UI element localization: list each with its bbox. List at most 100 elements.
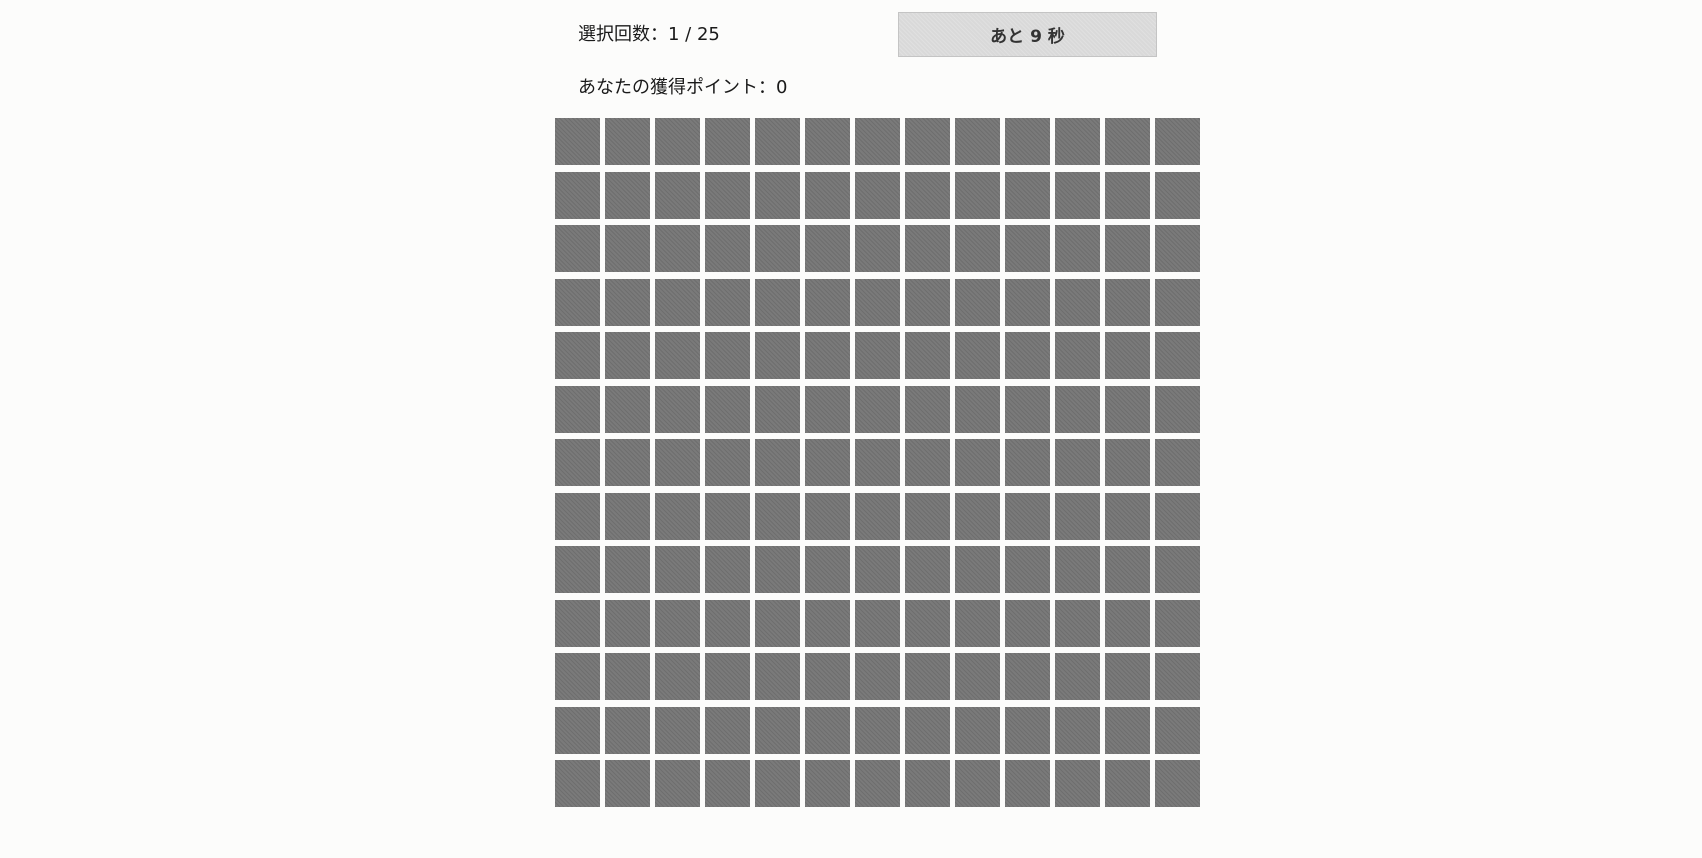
board-tile[interactable] bbox=[805, 439, 850, 486]
board-tile[interactable] bbox=[655, 225, 700, 272]
board-tile[interactable] bbox=[605, 278, 650, 326]
board-tile[interactable] bbox=[955, 760, 1000, 807]
board-tile[interactable] bbox=[755, 599, 800, 647]
board-tile[interactable] bbox=[855, 225, 900, 272]
board-tile[interactable] bbox=[655, 492, 700, 540]
board-tile[interactable] bbox=[605, 599, 650, 647]
board-tile[interactable] bbox=[1055, 599, 1100, 647]
board-tile[interactable] bbox=[705, 760, 750, 807]
board-tile[interactable] bbox=[1055, 439, 1100, 486]
board-tile[interactable] bbox=[1105, 546, 1150, 593]
board-tile[interactable] bbox=[905, 706, 950, 754]
board-tile[interactable] bbox=[655, 171, 700, 219]
board-tile[interactable] bbox=[605, 760, 650, 807]
board-tile[interactable] bbox=[805, 653, 850, 700]
board-tile[interactable] bbox=[605, 332, 650, 379]
board-tile[interactable] bbox=[1155, 118, 1200, 165]
board-tile[interactable] bbox=[1155, 653, 1200, 700]
board-tile[interactable] bbox=[705, 706, 750, 754]
board-tile[interactable] bbox=[1005, 439, 1050, 486]
board-tile[interactable] bbox=[855, 706, 900, 754]
board-tile[interactable] bbox=[605, 171, 650, 219]
board-tile[interactable] bbox=[1005, 225, 1050, 272]
board-tile[interactable] bbox=[605, 653, 650, 700]
board-tile[interactable] bbox=[705, 385, 750, 433]
board-tile[interactable] bbox=[905, 599, 950, 647]
board-tile[interactable] bbox=[955, 385, 1000, 433]
board-tile[interactable] bbox=[905, 546, 950, 593]
board-tile[interactable] bbox=[805, 385, 850, 433]
board-tile[interactable] bbox=[555, 225, 600, 272]
board-tile[interactable] bbox=[655, 599, 700, 647]
board-tile[interactable] bbox=[905, 225, 950, 272]
board-tile[interactable] bbox=[905, 653, 950, 700]
board-tile[interactable] bbox=[1055, 332, 1100, 379]
board-tile[interactable] bbox=[755, 225, 800, 272]
board-tile[interactable] bbox=[705, 492, 750, 540]
board-tile[interactable] bbox=[705, 118, 750, 165]
board-tile[interactable] bbox=[1155, 706, 1200, 754]
board-tile[interactable] bbox=[1155, 225, 1200, 272]
board-tile[interactable] bbox=[905, 492, 950, 540]
board-tile[interactable] bbox=[805, 760, 850, 807]
board-tile[interactable] bbox=[605, 385, 650, 433]
board-tile[interactable] bbox=[755, 118, 800, 165]
board-tile[interactable] bbox=[1055, 225, 1100, 272]
board-tile[interactable] bbox=[605, 118, 650, 165]
board-tile[interactable] bbox=[555, 439, 600, 486]
board-tile[interactable] bbox=[705, 332, 750, 379]
board-tile[interactable] bbox=[1155, 492, 1200, 540]
board-tile[interactable] bbox=[905, 332, 950, 379]
board-tile[interactable] bbox=[655, 653, 700, 700]
board-tile[interactable] bbox=[905, 171, 950, 219]
board-tile[interactable] bbox=[805, 171, 850, 219]
board-tile[interactable] bbox=[655, 546, 700, 593]
board-tile[interactable] bbox=[855, 492, 900, 540]
board-tile[interactable] bbox=[1005, 492, 1050, 540]
board-tile[interactable] bbox=[655, 332, 700, 379]
board-tile[interactable] bbox=[1055, 546, 1100, 593]
board-tile[interactable] bbox=[705, 439, 750, 486]
board-tile[interactable] bbox=[955, 171, 1000, 219]
board-tile[interactable] bbox=[1005, 332, 1050, 379]
board-tile[interactable] bbox=[1105, 760, 1150, 807]
board-tile[interactable] bbox=[605, 706, 650, 754]
board-tile[interactable] bbox=[555, 332, 600, 379]
board-tile[interactable] bbox=[755, 706, 800, 754]
board-tile[interactable] bbox=[755, 760, 800, 807]
board-tile[interactable] bbox=[1155, 439, 1200, 486]
board-tile[interactable] bbox=[605, 225, 650, 272]
board-tile[interactable] bbox=[755, 332, 800, 379]
board-tile[interactable] bbox=[1105, 225, 1150, 272]
board-tile[interactable] bbox=[755, 439, 800, 486]
board-tile[interactable] bbox=[555, 171, 600, 219]
board-tile[interactable] bbox=[755, 278, 800, 326]
board-tile[interactable] bbox=[1005, 760, 1050, 807]
board-tile[interactable] bbox=[755, 385, 800, 433]
board-tile[interactable] bbox=[855, 332, 900, 379]
board-tile[interactable] bbox=[1005, 653, 1050, 700]
board-tile[interactable] bbox=[1005, 385, 1050, 433]
board-tile[interactable] bbox=[1105, 118, 1150, 165]
board-tile[interactable] bbox=[905, 278, 950, 326]
board-tile[interactable] bbox=[955, 546, 1000, 593]
board-tile[interactable] bbox=[1155, 760, 1200, 807]
board-tile[interactable] bbox=[555, 546, 600, 593]
board-tile[interactable] bbox=[1005, 171, 1050, 219]
board-tile[interactable] bbox=[605, 546, 650, 593]
board-tile[interactable] bbox=[1055, 492, 1100, 540]
board-tile[interactable] bbox=[855, 385, 900, 433]
board-tile[interactable] bbox=[555, 492, 600, 540]
board-tile[interactable] bbox=[1055, 706, 1100, 754]
board-tile[interactable] bbox=[1005, 599, 1050, 647]
board-tile[interactable] bbox=[1005, 546, 1050, 593]
board-tile[interactable] bbox=[955, 706, 1000, 754]
board-tile[interactable] bbox=[1055, 171, 1100, 219]
board-tile[interactable] bbox=[955, 439, 1000, 486]
board-tile[interactable] bbox=[805, 278, 850, 326]
board-tile[interactable] bbox=[955, 599, 1000, 647]
board-tile[interactable] bbox=[1055, 760, 1100, 807]
board-tile[interactable] bbox=[805, 332, 850, 379]
board-tile[interactable] bbox=[705, 653, 750, 700]
board-tile[interactable] bbox=[955, 492, 1000, 540]
